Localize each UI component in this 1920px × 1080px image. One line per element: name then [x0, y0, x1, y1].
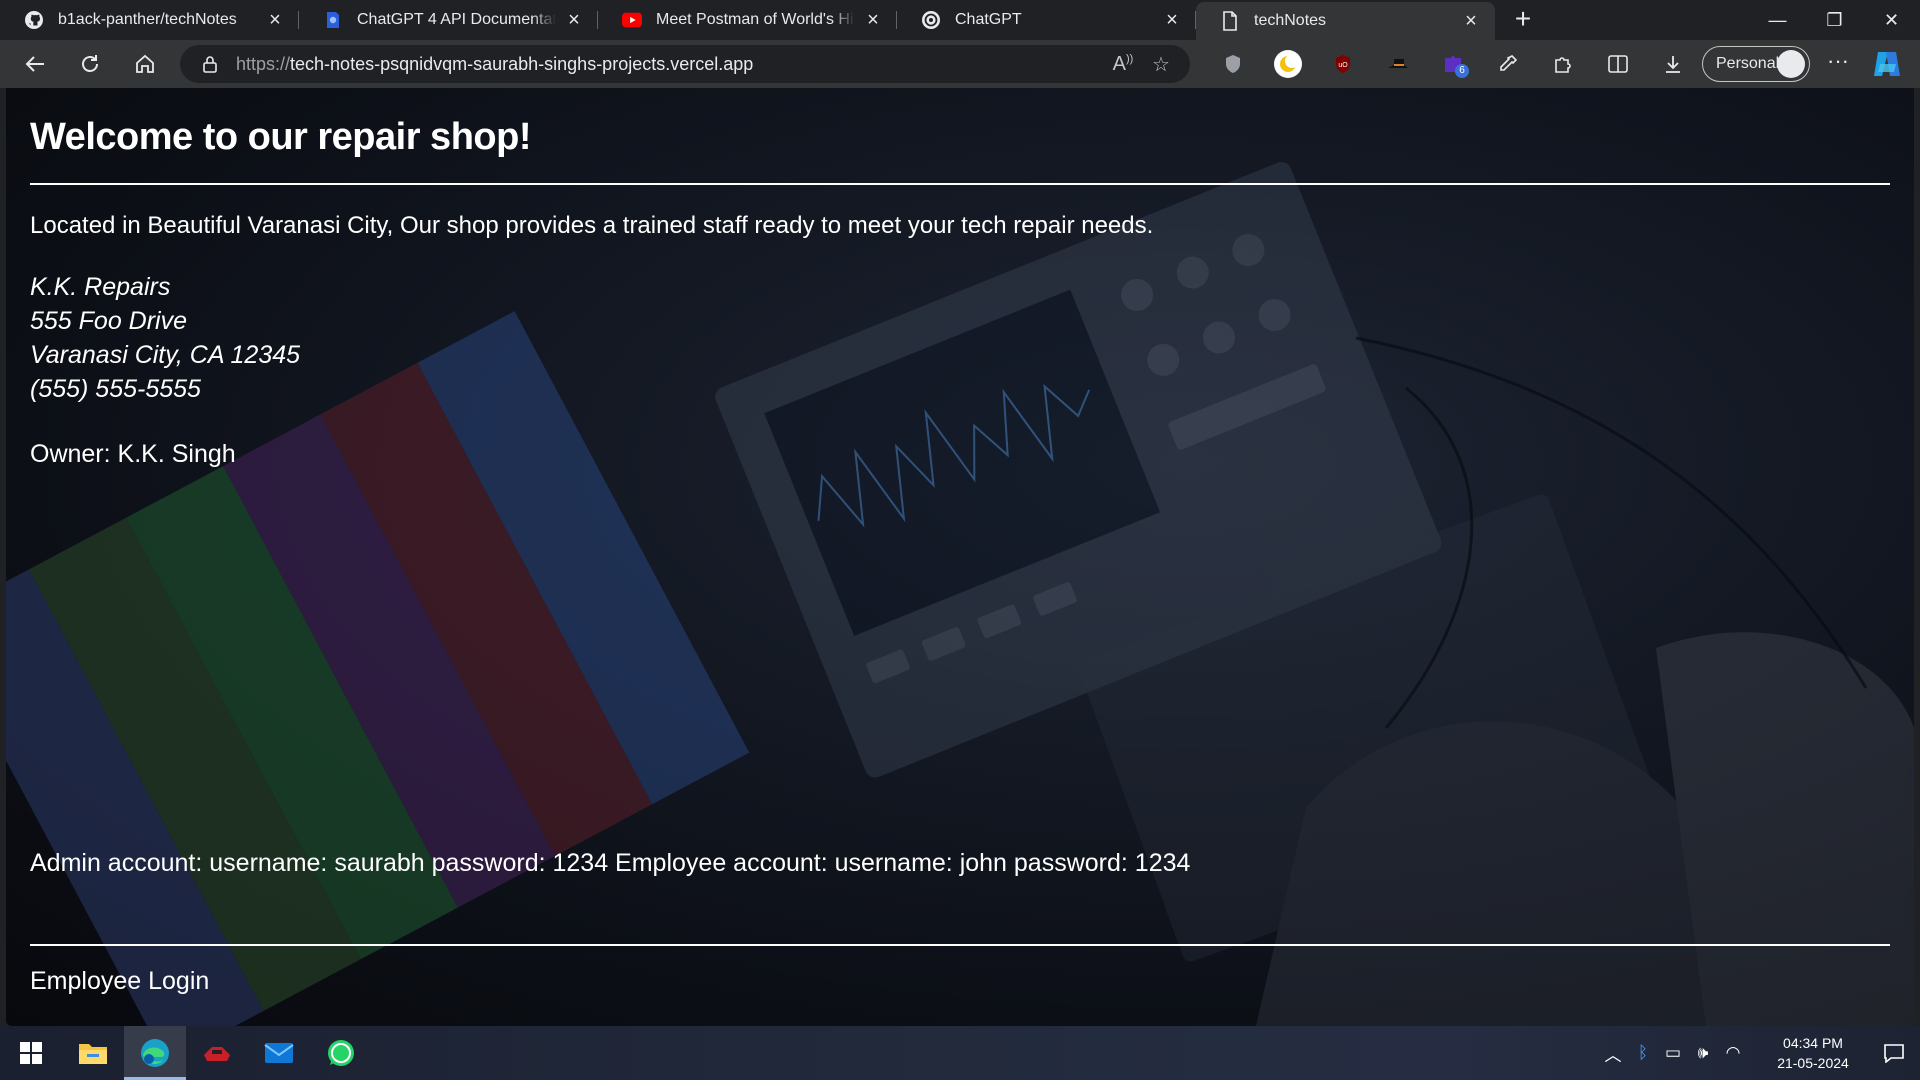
tab-title: techNotes [1254, 12, 1327, 29]
extensions-puzzle-icon[interactable] [1535, 40, 1590, 88]
lock-icon [203, 56, 217, 73]
clock[interactable]: 04:34 PM 21-05-2024 [1758, 1033, 1868, 1073]
tab-youtube[interactable]: Meet Postman of World's Highes × [598, 0, 897, 40]
close-window-button[interactable]: ✕ [1863, 0, 1920, 40]
owner-text: Owner: K.K. Singh [30, 440, 236, 468]
tab-title: Meet Postman of World's Highes [656, 11, 855, 28]
extensions-bar: uO 6 [1205, 40, 1700, 88]
new-tab-button[interactable]: + [1503, 0, 1543, 40]
window-controls: — ❐ ✕ [1749, 0, 1920, 40]
shop-phone[interactable]: (555) 555-5555 [30, 372, 300, 406]
openai-icon [921, 10, 941, 30]
page-title: Welcome to our repair shop! [30, 116, 531, 158]
address-bar[interactable]: https://tech-notes-psqnidvqm-saurabh-sin… [180, 45, 1190, 83]
shop-city: Varanasi City, CA 12345 [30, 341, 301, 369]
tab-github[interactable]: b1ack-panther/techNotes × [0, 0, 299, 40]
split-screen-icon[interactable] [1590, 40, 1645, 88]
profile-label: Personal [1716, 55, 1780, 72]
refresh-icon [82, 55, 98, 72]
game-app-icon[interactable] [186, 1026, 248, 1080]
svg-text:uO: uO [1338, 62, 1348, 69]
volume-icon[interactable]: 🕪 [1688, 1043, 1718, 1063]
tab-title: b1ack-panther/techNotes [58, 11, 237, 28]
header-divider [30, 183, 1890, 185]
home-icon [136, 54, 154, 73]
youtube-icon [622, 10, 642, 30]
more-menu-icon[interactable]: ··· [1818, 44, 1858, 84]
system-tray: ︿ ᛒ ▭ 🕪 ◠ 04:34 PM 21-05-2024 [1598, 1026, 1920, 1080]
shop-name: K.K. Repairs [30, 273, 171, 301]
footer-divider [30, 944, 1890, 946]
mail-icon[interactable] [248, 1026, 310, 1080]
close-tab-icon[interactable]: × [1461, 11, 1481, 31]
extension-badge: 6 [1455, 64, 1469, 78]
favorite-star-icon[interactable]: ☆ [1142, 52, 1180, 77]
shop-street: 555 Foo Drive [30, 307, 188, 335]
puzzle-badge-extension-icon[interactable]: 6 [1425, 40, 1480, 88]
home-button[interactable] [125, 44, 165, 84]
shop-address: K.K. Repairs 555 Foo Drive Varanasi City… [30, 270, 300, 406]
back-button[interactable] [15, 44, 55, 84]
page-icon [1220, 11, 1240, 31]
copilot-icon[interactable] [1870, 48, 1904, 80]
profile-button[interactable]: Personal [1702, 46, 1810, 82]
battery-icon[interactable]: ▭ [1658, 1043, 1688, 1063]
postman-docs-icon [323, 10, 343, 30]
tab-postman-docs[interactable]: ChatGPT 4 API Documentation (r × [299, 0, 598, 40]
close-tab-icon[interactable]: × [1162, 10, 1182, 30]
intro-paragraph: Located in Beautiful Varanasi City, Our … [30, 212, 1154, 239]
arrow-left-icon [25, 56, 44, 72]
minimize-button[interactable]: — [1749, 0, 1806, 40]
clock-time: 04:34 PM [1783, 1035, 1843, 1051]
moon-dark-reader-icon[interactable] [1260, 40, 1315, 88]
url-text: https://tech-notes-psqnidvqm-saurabh-sin… [236, 53, 754, 74]
read-aloud-icon[interactable]: A)) [1104, 53, 1142, 76]
browser-toolbar: https://tech-notes-psqnidvqm-saurabh-sin… [0, 40, 1920, 88]
windows-taskbar: ︿ ᛒ ▭ 🕪 ◠ 04:34 PM 21-05-2024 [0, 1026, 1920, 1080]
refresh-button[interactable] [70, 44, 110, 84]
shield-extension-icon[interactable] [1205, 40, 1260, 88]
tab-strip: b1ack-panther/techNotes × ChatGPT 4 API … [0, 0, 1920, 40]
tab-chatgpt[interactable]: ChatGPT × [897, 0, 1196, 40]
hat-extension-icon[interactable] [1370, 40, 1425, 88]
avatar [1777, 50, 1805, 78]
bluetooth-icon[interactable]: ᛒ [1628, 1043, 1658, 1063]
close-tab-icon[interactable]: × [265, 10, 285, 30]
whatsapp-icon[interactable] [310, 1026, 372, 1080]
restore-button[interactable]: ❐ [1806, 0, 1863, 40]
windows-start-icon[interactable] [0, 1026, 62, 1080]
tab-technotes[interactable]: techNotes × [1196, 2, 1495, 40]
tab-title: ChatGPT 4 API Documentation (r [357, 11, 556, 28]
edge-icon[interactable] [124, 1026, 186, 1080]
file-explorer-icon[interactable] [62, 1026, 124, 1080]
demo-credentials: Admin account: username: saurabh passwor… [30, 849, 1191, 877]
ublock-icon[interactable]: uO [1315, 40, 1370, 88]
close-tab-icon[interactable]: × [863, 10, 883, 30]
close-tab-icon[interactable]: × [564, 10, 584, 30]
address-bar-actions: A)) ☆ [1104, 45, 1180, 83]
page-viewport: Welcome to our repair shop! Located in B… [6, 88, 1914, 1026]
notification-center-icon[interactable] [1868, 1043, 1920, 1063]
eyedropper-icon[interactable] [1480, 40, 1535, 88]
chevron-up-icon[interactable]: ︿ [1598, 1041, 1628, 1066]
downloads-icon[interactable] [1645, 40, 1700, 88]
tab-title: ChatGPT [955, 11, 1022, 28]
clock-date: 21-05-2024 [1777, 1055, 1849, 1071]
employee-login-link[interactable]: Employee Login [30, 967, 209, 996]
github-icon [24, 10, 44, 30]
wifi-icon[interactable]: ◠ [1718, 1043, 1748, 1063]
